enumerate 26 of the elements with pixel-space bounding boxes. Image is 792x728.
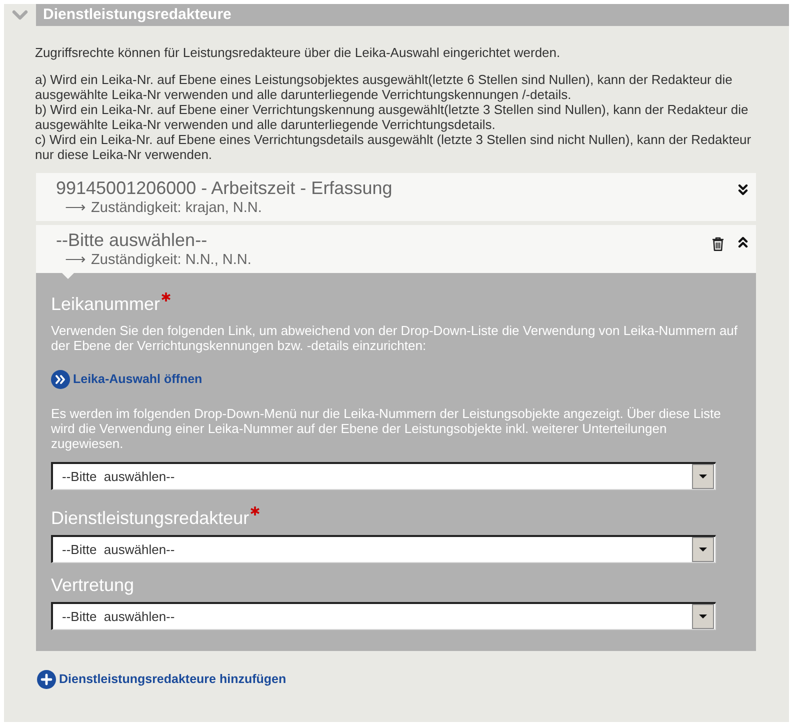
entry-title: 99145001206000 - Arbeitszeit - Erfassung	[56, 178, 392, 198]
plus-icon	[37, 670, 56, 689]
entry-title: --Bitte auswählen--	[56, 230, 208, 250]
caret-icon[interactable]	[692, 537, 714, 562]
responsibility-text: ⟶ Zuständigkeit: N.N., N.N.	[64, 252, 252, 269]
section-title: Dienstleistungsredakteure	[43, 6, 232, 24]
field-label: Dienstleistungsredakteur	[51, 508, 250, 528]
trash-icon[interactable]	[712, 237, 724, 251]
rule-text: c) Wird ein Leika-Nr. auf Ebene eines Verrichtungsdetails ausgewählt (letzte 3 Stellen sind nicht Nullen), kann der Redakteur nur diese Leika-Nr verwenden.	[35, 132, 752, 162]
caret-icon[interactable]	[692, 604, 714, 629]
double-chevron-up-icon[interactable]	[738, 236, 748, 248]
field-label: Vertretung	[51, 575, 134, 595]
dropdown-field[interactable]: --Bitte auswählen--	[51, 462, 716, 490]
dropdown-field[interactable]: --Bitte auswählen--	[51, 602, 716, 630]
field-label: Leikanummer	[51, 294, 160, 314]
help-text: Verwenden Sie den folgenden Link, um abweichend von der Drop-Down-Liste die Verwendung von Leika-Nummern auf der Ebene der Verrichtungskennungen bzw. -details einzurichten:	[51, 323, 738, 353]
dropdown-field[interactable]: --Bitte auswählen--	[51, 535, 716, 563]
rule-text: b) Wird ein Leika-Nr. auf Ebene einer Verrichtungskennung ausgewählt(letzte 3 Stellen sind Nullen), kann der Redakteur die ausgewählte Leika-Nr verwenden und alle darunterliegende Verrichtungsdetails.	[35, 102, 750, 132]
caret-icon[interactable]	[692, 464, 714, 489]
rule-text: a) Wird ein Leika-Nr. auf Ebene eines Leistungsobjektes ausgewählt(letzte 6 Stellen sind Nullen), kann der Redakteur die ausgewählte Leika-Nr verwenden und alle darunterliegende Verrichtungskennungen /-details.	[35, 72, 734, 102]
double-chevron-down-icon[interactable]	[738, 184, 748, 196]
note-text: Es werden im folgenden Drop-Down-Menü nur die Leika-Nummern der Leistungsobjekte angezeigt. Über diese Liste wird die Verwendung einer Leika-Nummer auf der Ebene der Leistungsobjekte inkl. weiterer Unterteilungen zugewiesen.	[51, 406, 722, 451]
responsibility-text: ⟶ Zuständigkeit: krajan, N.N.	[64, 200, 263, 217]
intro-text: Zugriffsrechte können für Leistungsredakteure über die Leika-Auswahl eingerichtet werden.	[35, 45, 562, 60]
add-editor-link[interactable]: Dienstleistungsredakteure hinzufügen	[37, 670, 286, 689]
leika-selection-link[interactable]: Leika-Auswahl öffnen	[51, 370, 202, 389]
